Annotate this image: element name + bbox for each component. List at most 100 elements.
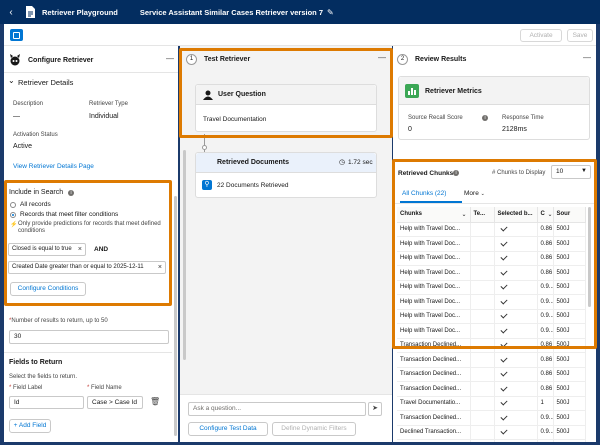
app-name: Retriever Playground [42,7,118,17]
source-cell: 500J [553,352,586,368]
field-label-input[interactable]: Id [9,396,84,409]
panel-menu-icon[interactable]: — [378,53,386,62]
table-row[interactable]: Travel Documentatio... 1 500J [397,396,586,411]
radio-all-records-label: All records [20,201,51,208]
save-button[interactable]: Save [567,29,593,42]
info-icon[interactable]: i [68,190,74,196]
selected-cell [494,396,538,411]
source-cell: 500J [553,309,586,324]
document-icon [26,6,35,18]
search-icon: ⚲ [202,180,212,190]
column-header[interactable]: Sour [553,207,586,223]
radio-all-records[interactable] [10,202,16,208]
retrieved-chunks-heading: Retrieved Chunks [398,170,454,177]
table-row[interactable]: Help with Travel Doc... 0.9... 500J [397,309,586,324]
chunk-cell: Transaction Declined... [397,410,471,426]
review-results-title: Review Results [415,56,467,63]
score-cell: 0.9... [537,280,554,295]
source-cell: 500J [553,410,586,426]
back-icon[interactable]: ‹ [0,7,22,18]
ask-question-input[interactable]: Ask a question... [188,402,366,416]
table-row[interactable]: Help with Travel Doc... 0.9... 500J [397,294,586,310]
source-recall-value: 0 [408,126,412,133]
send-icon[interactable]: ➤ [368,402,382,416]
remove-filter-icon[interactable]: × [158,262,162,273]
column-header[interactable]: Selected b... [494,207,538,223]
filter-pill-created-date[interactable]: Created Date greater than or equal to 20… [8,261,166,274]
chunks-display-select[interactable]: 10 ▼ [551,165,591,179]
info-icon[interactable]: i [482,115,488,121]
checkmark-icon [499,282,508,290]
chevron-down-icon[interactable]: ⌄ [461,211,469,218]
edit-pencil-icon[interactable]: ✎ [327,8,334,17]
test-retriever-title: Test Retriever [204,56,251,63]
panel-menu-icon[interactable]: — [166,54,174,63]
column-header[interactable]: Te... [470,207,495,223]
table-row[interactable]: Transaction Declined... 0.86 500J [397,352,586,368]
activate-button[interactable]: Activate [520,29,562,42]
chunk-cell: Transaction Declined... [397,367,471,382]
table-row[interactable]: Help with Travel Doc... 0.9... 500J [397,323,586,339]
response-time-label: Response Time [502,115,544,121]
chunk-cell: Transaction Declined... [397,338,471,353]
filter-pill-created-date-text: Created Date greater than or equal to 20… [12,264,144,270]
table-row[interactable]: Transaction Declined... 0.86 500J [397,381,586,397]
chunks-table: Chunks ⌄ Te... Selected b... C ⌄ Sour Help… [397,207,586,442]
chevron-down-icon: ⌄ [480,191,485,197]
user-question-card: User Question Travel Documentation [195,84,377,132]
table-row[interactable]: Declined Transaction... 0.9...500J [397,439,586,442]
retrieval-time: 1.72 sec [348,159,373,166]
radio-filter-records[interactable] [10,212,16,218]
step-number: 1 [186,54,197,65]
delete-field-icon[interactable]: 🗑 [150,397,160,406]
left-panel-scrollbar[interactable] [174,196,177,436]
table-row[interactable]: Transaction Declined... 0.86 500J [397,338,586,353]
divider [395,203,595,204]
retrieved-documents-heading: Retrieved Documents [217,159,289,166]
question-composer: Ask a question... ➤ Configure Test Data … [180,394,392,442]
connector-dot [202,145,207,150]
tab-all-chunks[interactable]: All Chunks (22) [402,190,446,197]
column-header[interactable]: C ⌄ [537,207,554,223]
remove-filter-icon[interactable]: × [78,244,82,255]
configure-test-data-button[interactable]: Configure Test Data [188,422,268,436]
table-row[interactable]: Help with Travel Doc... 0.9... 500J [397,280,586,295]
results-count-input[interactable]: 30 [9,330,169,344]
table-row[interactable]: Declined Transaction... 0.9...500J [397,425,586,440]
collapse-chevron-icon[interactable]: ⌄ [8,76,15,85]
score-cell: 0.86 [537,367,554,382]
table-row[interactable]: Help with Travel Doc... 0.86 500J [397,265,586,281]
table-row[interactable]: Help with Travel Doc... 0.86 500J [397,251,586,266]
column-header[interactable]: Chunks ⌄ [397,207,471,223]
chevron-down-icon[interactable]: ⌄ [547,211,552,218]
filter-note: Only provide predictions for records tha… [18,221,161,234]
configure-retriever-title: Configure Retriever [28,57,94,64]
define-dynamic-filters-button[interactable]: Define Dynamic Filters [272,422,356,436]
table-row[interactable]: Help with Travel Doc... 0.86 500J [397,222,586,237]
add-field-button[interactable]: + Add Field [9,419,51,433]
chunk-cell: Help with Travel Doc... [397,251,471,266]
filter-pill-closed[interactable]: Closed is equal to true × [8,243,86,256]
table-row[interactable]: Transaction Declined... 0.86 500J [397,367,586,382]
field-name-input[interactable]: Case > Case Id [87,396,143,409]
divider [4,352,172,353]
info-icon[interactable]: i [453,170,459,176]
table-row[interactable]: Help with Travel Doc... 0.86 500J [397,236,586,252]
table-scrollbar[interactable] [588,207,591,307]
checkmark-icon [499,384,508,392]
chunk-cell: Help with Travel Doc... [397,309,471,324]
view-retriever-details-link[interactable]: View Retriever Details Page [13,163,94,170]
field-name-label: * Field Name [87,385,122,391]
retriever-type-label: Retriever Type [89,101,128,107]
tab-more[interactable]: More ⌄ [464,190,485,197]
score-cell: 0.9... [537,425,554,440]
panel-menu-icon[interactable]: — [583,53,591,62]
radio-filter-records-label: Records that meet filter conditions [20,211,119,218]
chevron-down-icon: ▼ [581,168,587,174]
middle-panel-scrollbar[interactable] [183,150,186,360]
retriever-details-heading[interactable]: Retriever Details [18,78,73,87]
review-results-panel: 2 Review Results — Retriever Metrics Sou… [393,46,596,442]
table-row[interactable]: Transaction Declined... 0.9... 500J [397,410,586,426]
configure-conditions-button[interactable]: Configure Conditions [10,282,86,296]
panel-toggle-icon[interactable] [10,29,23,41]
